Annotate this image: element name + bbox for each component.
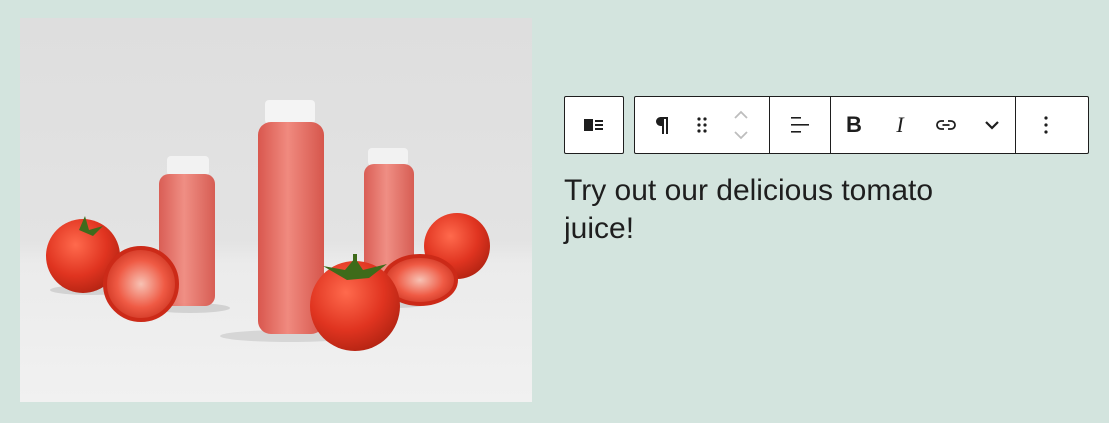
bold-label: B (846, 112, 862, 137)
italic-button[interactable]: I (877, 97, 923, 153)
align-left-icon[interactable] (770, 97, 830, 153)
link-icon[interactable] (923, 97, 969, 153)
media-text-paragraph[interactable]: Try out our delicious tomato juice! (564, 172, 974, 248)
chevron-down-icon[interactable] (732, 126, 750, 144)
block-controls (635, 97, 770, 153)
options-controls (1016, 97, 1076, 153)
format-controls: B I (831, 97, 1016, 153)
block-switcher-group (564, 96, 624, 154)
chevron-up-icon[interactable] (732, 106, 750, 124)
tomato-juice-photo (46, 100, 490, 351)
media-text-icon[interactable] (565, 97, 623, 153)
block-toolbar: B I (634, 96, 1089, 154)
block-mover (713, 97, 769, 153)
more-vertical-icon[interactable] (1016, 97, 1076, 153)
bold-button[interactable]: B (831, 97, 877, 153)
alignment-controls (770, 97, 831, 153)
drag-handle-icon[interactable] (691, 97, 713, 153)
more-formats-chevron-down-icon[interactable] (969, 97, 1015, 153)
media-image[interactable] (20, 18, 532, 402)
italic-label: I (896, 112, 904, 137)
pilcrow-icon[interactable] (635, 97, 691, 153)
